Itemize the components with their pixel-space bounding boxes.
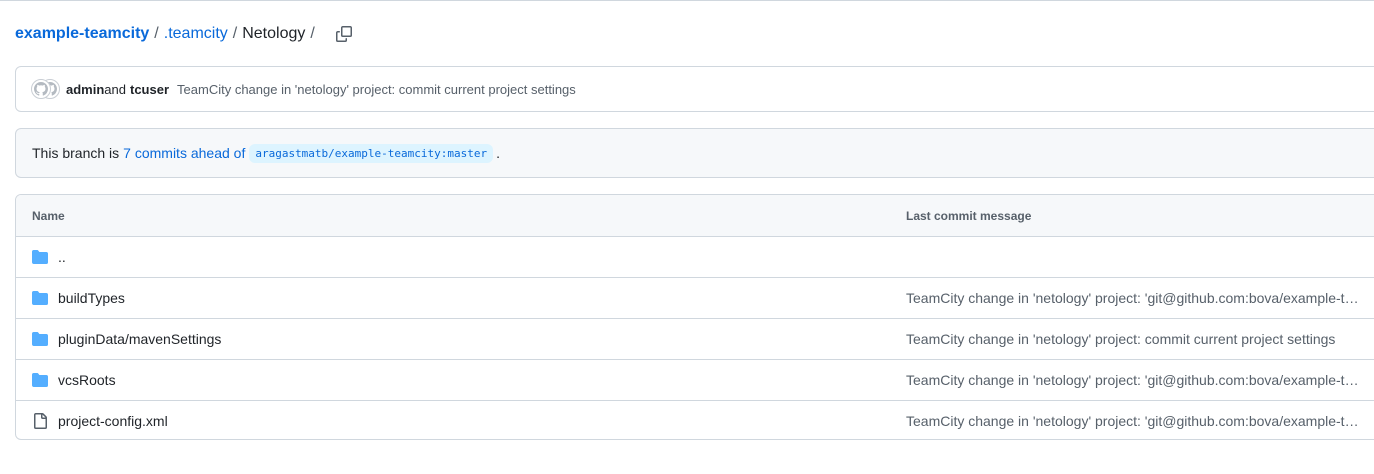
file-commit-message[interactable]: TeamCity change in 'netology' project: '… [906,413,1360,429]
file-row-vcsroots[interactable]: vcsRoots TeamCity change in 'netology' p… [16,360,1374,401]
base-branch-ref[interactable]: aragastmatb/example-teamcity:master [249,143,494,163]
breadcrumb-current: Netology [242,25,306,42]
commit-message-link[interactable]: TeamCity change in 'netology' project: c… [177,82,576,97]
file-row-plugindata[interactable]: pluginData/mavenSettings TeamCity change… [16,319,1374,360]
breadcrumb: example-teamcity / .teamcity / Netology … [15,22,358,46]
file-name[interactable]: pluginData/mavenSettings [58,331,221,347]
file-name[interactable]: vcsRoots [58,372,116,388]
copy-icon [335,26,352,42]
breadcrumb-folder-link[interactable]: .teamcity [164,25,228,43]
avatar-icon [34,82,48,96]
commits-ahead-link[interactable]: 7 commits ahead of [123,145,245,161]
file-list-header: Name Last commit message [16,195,1374,237]
file-row-parent-directory[interactable]: .. [16,237,1374,278]
author-avatars [31,78,63,100]
file-name[interactable]: project-config.xml [58,413,168,429]
folder-icon [32,332,48,346]
commit-author-conjunction: and [104,81,126,97]
folder-icon [32,373,48,387]
file-name[interactable]: buildTypes [58,290,125,306]
latest-commit-bar: admin and tcuser TeamCity change in 'net… [15,66,1374,112]
commit-author-tcuser[interactable]: tcuser [130,82,169,97]
breadcrumb-separator: / [232,25,238,42]
column-header-last-commit: Last commit message [906,209,1032,223]
breadcrumb-separator: / [154,25,159,42]
copy-path-button[interactable] [330,20,358,48]
commit-author-admin[interactable]: admin [66,82,104,97]
folder-icon [32,291,48,305]
file-row-project-config[interactable]: project-config.xml TeamCity change in 'n… [16,401,1374,439]
branch-status-suffix: . [496,145,501,161]
file-icon [34,413,47,429]
folder-icon [32,250,48,264]
file-name[interactable]: .. [58,249,66,265]
file-list: Name Last commit message .. buildTypes T… [15,194,1374,440]
file-commit-message[interactable]: TeamCity change in 'netology' project: '… [906,290,1360,306]
breadcrumb-repo-link[interactable]: example-teamcity [15,25,149,43]
file-row-buildtypes[interactable]: buildTypes TeamCity change in 'netology'… [16,278,1374,319]
file-commit-message[interactable]: TeamCity change in 'netology' project: c… [906,331,1360,347]
branch-status-prefix: This branch is [32,145,120,161]
avatar-admin[interactable] [31,79,51,99]
file-commit-message[interactable]: TeamCity change in 'netology' project: '… [906,372,1360,388]
branch-status-bar: This branch is 7 commits ahead of aragas… [15,128,1374,178]
top-divider [0,0,1374,1]
column-header-name: Name [32,209,65,223]
breadcrumb-separator: / [310,25,315,42]
